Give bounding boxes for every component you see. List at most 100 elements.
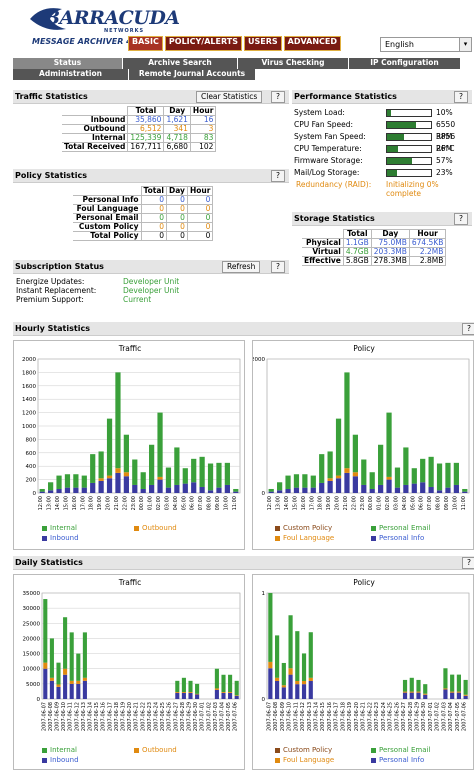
x-tick-label: 2007-06-12: [300, 702, 306, 731]
bar-outbound: [181, 692, 186, 693]
y-tick-label: 0: [33, 491, 37, 497]
bar-personal-info: [394, 487, 401, 493]
x-tick-label: 09:00: [215, 496, 221, 510]
x-tick-label: 2007-06-14: [88, 702, 94, 731]
chart-title: Policy: [353, 344, 375, 353]
cell: 278.3MB: [370, 256, 410, 266]
x-tick-label: 2007-07-05: [455, 702, 461, 731]
bar-personal-email: [443, 668, 448, 689]
logo-networks: NETWORKS: [104, 28, 145, 34]
bar-personal-email: [302, 474, 308, 488]
tab-remote-journal[interactable]: Remote Journal Accounts: [129, 69, 256, 80]
bar-internal: [123, 434, 129, 473]
x-tick-label: 2007-06-26: [167, 702, 173, 731]
nav-advanced[interactable]: ADVANCED: [283, 36, 342, 51]
table-row: Total Policy 0 0 0: [73, 231, 214, 241]
nav-basic[interactable]: BASIC: [128, 36, 163, 51]
y-tick-label: 0: [262, 491, 266, 497]
traffic-table: Total Day Hour Inbound 35,860 1,621 16 Outbou…: [62, 106, 217, 152]
x-tick-label: 2007-06-11: [293, 702, 299, 731]
bar-personal-email: [352, 434, 358, 473]
x-tick-label: 15:00: [292, 496, 298, 510]
cell: 0: [140, 231, 167, 241]
bar-outbound: [69, 680, 74, 684]
storage-help-button[interactable]: ?: [454, 213, 468, 225]
bar-personal-email: [462, 488, 468, 492]
performance-help-button[interactable]: ?: [454, 91, 468, 103]
raid-value: Initializing 0% complete: [386, 180, 439, 198]
product-name: MESSAGE ARCHIVER 450: [32, 37, 143, 46]
bar-personal-email: [344, 372, 350, 469]
bar-outbound: [106, 475, 113, 479]
policy-help-button[interactable]: ?: [271, 170, 285, 182]
x-tick-label: 03:00: [164, 496, 170, 510]
refresh-button[interactable]: Refresh: [222, 261, 261, 273]
bar-personal-email: [295, 631, 300, 681]
x-tick-label: 09:00: [444, 496, 450, 510]
x-tick-label: 22:00: [122, 496, 128, 510]
policy-table: Total Day Hour Personal Info 0 0 0 Foul Langu…: [73, 186, 214, 241]
foul-language-swatch-icon: [275, 535, 280, 541]
x-tick-label: 2007-07-01: [200, 702, 206, 731]
language-select[interactable]: English ▾: [380, 37, 472, 52]
bar-internal: [165, 467, 172, 488]
barracuda-logo: BARRACUDA NETWORKS MESSAGE ARCHIVER 450: [28, 3, 180, 51]
tab-ip-configuration[interactable]: IP Configuration: [349, 58, 461, 69]
bar-internal: [73, 474, 79, 488]
performance-bar: [386, 157, 432, 165]
bar-outbound: [49, 677, 54, 681]
bar-personal-info: [335, 478, 342, 493]
performance-value: 26°C: [436, 144, 455, 153]
x-tick-label: 08:00: [207, 496, 213, 510]
bar-outbound: [234, 695, 239, 696]
language-value: English: [385, 40, 414, 49]
performance-bar: [386, 133, 432, 141]
performance-row: Firmware Storage: 57%: [294, 155, 472, 167]
bar-foul-language: [463, 694, 468, 696]
bar-personal-email: [450, 674, 455, 692]
bar-internal: [69, 632, 74, 681]
bar-personal-info: [301, 684, 307, 699]
x-tick-label: 2007-06-17: [107, 702, 113, 731]
hourly-statistics-header: Hourly Statistics: [13, 322, 474, 336]
hourly-help-button[interactable]: ?: [462, 323, 474, 335]
bar-personal-email: [285, 475, 291, 489]
tab-archive-search[interactable]: Archive Search: [123, 58, 238, 69]
x-tick-label: 2007-07-06: [462, 702, 468, 731]
traffic-help-button[interactable]: ?: [271, 91, 285, 103]
bar-personal-email: [301, 653, 307, 681]
performance-bar-fill: [387, 158, 413, 164]
tab-administration[interactable]: Administration: [13, 69, 129, 80]
bar-outbound: [214, 688, 219, 690]
x-tick-label: 06:00: [190, 496, 196, 510]
cell: 167,711: [127, 142, 165, 152]
bar-personal-info: [423, 694, 428, 699]
personal-info-swatch-icon: [371, 535, 376, 541]
subscription-help-button[interactable]: ?: [271, 261, 285, 273]
x-tick-label: 17:00: [309, 496, 315, 510]
x-tick-label: 2007-06-08: [273, 702, 279, 731]
hourly-traffic-svg: 0 200 400 600 800 1000 1200 1400 1600 1800 2000 12:…: [22, 357, 241, 510]
tab-virus-checking[interactable]: Virus Checking: [238, 58, 349, 69]
tab-status[interactable]: Status: [13, 58, 123, 69]
internal-swatch-icon: [42, 525, 47, 531]
legend-foul-language: Foul Language: [283, 756, 335, 764]
x-tick-label: 2007-06-20: [354, 702, 360, 731]
performance-bar: [386, 145, 432, 153]
raid-label: Redundancy (RAID):: [296, 180, 372, 189]
bar-internal: [221, 674, 226, 693]
x-tick-label: 2007-06-19: [121, 702, 127, 731]
bar-personal-info: [416, 692, 421, 699]
bar-outbound: [221, 692, 226, 693]
nav-users[interactable]: USERS: [244, 36, 282, 51]
bar-internal: [49, 638, 54, 678]
daily-help-button[interactable]: ?: [462, 557, 474, 569]
performance-bar: [386, 121, 432, 129]
x-tick-label: 15:00: [63, 496, 69, 510]
clear-statistics-button[interactable]: Clear Statistics: [196, 91, 263, 103]
bar-personal-info: [302, 487, 308, 493]
daily-policy-chart: Policy 0 1 2007-06-07 2007-06-08 2007-06-09 2…: [252, 574, 474, 770]
nav-policy-alerts[interactable]: POLICY/ALERTS: [164, 36, 243, 51]
x-tick-label: 2007-06-25: [388, 702, 394, 731]
personal-email-swatch-icon: [371, 747, 376, 753]
